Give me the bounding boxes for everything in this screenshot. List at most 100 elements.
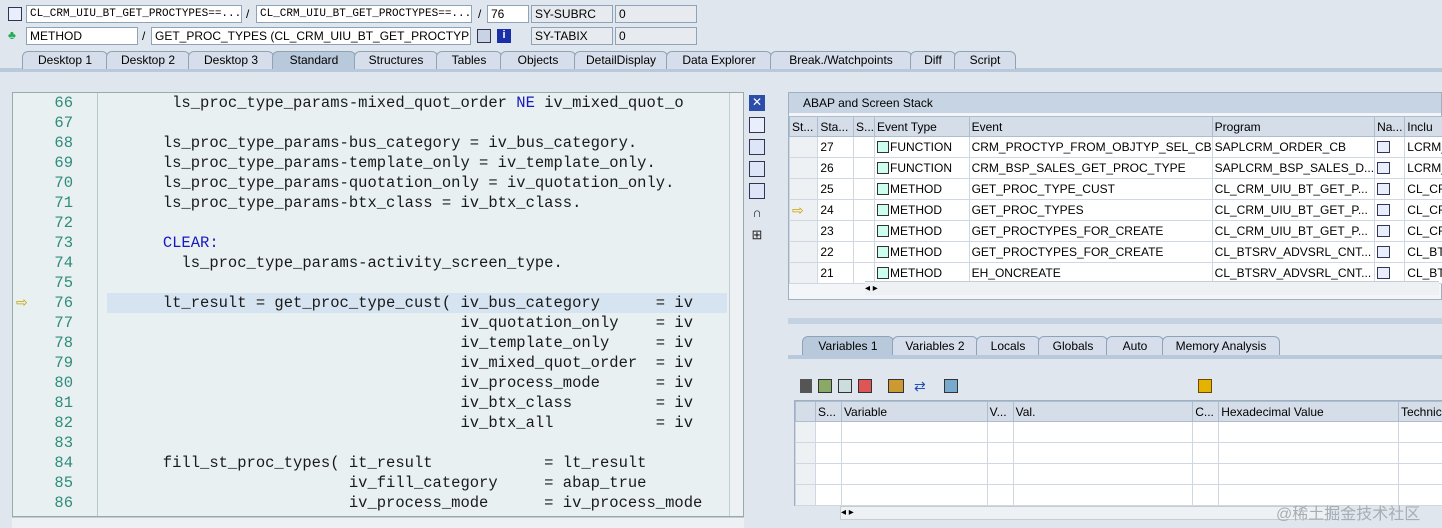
code-line[interactable] bbox=[107, 433, 727, 453]
copy-icon[interactable] bbox=[749, 139, 765, 155]
code-line[interactable]: iv_btx_all = iv bbox=[107, 413, 727, 433]
tab-diff[interactable]: Diff bbox=[910, 51, 956, 69]
folder-icon[interactable] bbox=[944, 379, 958, 393]
tab-structures[interactable]: Structures bbox=[354, 51, 438, 69]
col-header[interactable]: St... bbox=[788, 116, 819, 137]
sysvar-value-2[interactable]: 0 bbox=[615, 27, 697, 45]
info-icon[interactable]: i bbox=[497, 29, 511, 43]
code-line[interactable]: ls_proc_type_params-activity_screen_type… bbox=[107, 253, 727, 273]
tab-data-explorer[interactable]: Data Explorer bbox=[666, 51, 772, 69]
sysvar-value-1[interactable]: 0 bbox=[615, 5, 697, 23]
tab-desktop-2[interactable]: Desktop 2 bbox=[106, 51, 190, 69]
export-icon[interactable] bbox=[838, 379, 852, 393]
tree-icon[interactable] bbox=[888, 379, 904, 393]
delete-icon[interactable] bbox=[800, 379, 812, 393]
stack-row[interactable]: 25 METHOD GET_PROC_TYPE_CUST CL_CRM_UIU_BT_… bbox=[788, 178, 1442, 200]
stack-row[interactable]: 23 METHOD GET_PROCTYPES_FOR_CREATE CL_CRM_U… bbox=[788, 220, 1442, 242]
tab-standard[interactable]: Standard bbox=[272, 51, 356, 69]
include-field[interactable]: CL_CRM_UIU_BT_GET_PROCTYPES==... bbox=[256, 5, 472, 23]
code-lines[interactable]: ls_proc_type_params-mixed_quot_order NE … bbox=[107, 93, 727, 516]
tab-globals[interactable]: Globals bbox=[1038, 336, 1108, 355]
col-header[interactable]: Program bbox=[1211, 116, 1376, 137]
save-icon[interactable] bbox=[1198, 379, 1212, 393]
stack-row[interactable]: 22 METHOD GET_PROCTYPES_FOR_CREATE CL_BTSRV… bbox=[788, 241, 1442, 263]
navigate-icon[interactable] bbox=[1377, 225, 1391, 237]
code-line[interactable]: ls_proc_type_params-quotation_only = iv_… bbox=[107, 173, 727, 193]
navigate-icon[interactable]: ⇄ bbox=[914, 379, 930, 393]
code-line[interactable]: lt_result = get_proc_type_cust( iv_bus_c… bbox=[107, 293, 727, 313]
code-line[interactable]: ls_proc_type_params-mixed_quot_order NE … bbox=[107, 93, 727, 113]
source-editor[interactable]: ⇨ 66 67 68 69 70 71 72 73 74 75 76 77 78 79 80 81 82 83 84… bbox=[12, 92, 744, 517]
editor-vertical-scrollbar[interactable] bbox=[729, 93, 743, 516]
tab-breakpoints[interactable]: Break./Watchpoints bbox=[770, 51, 912, 69]
code-line[interactable]: iv_quotation_only = iv bbox=[107, 313, 727, 333]
table-row[interactable] bbox=[795, 442, 1442, 464]
new-window-icon[interactable] bbox=[749, 117, 765, 133]
stack-row[interactable]: ⇨ 24 METHOD GET_PROC_TYPES CL_CRM_UIU_BT_GET… bbox=[788, 199, 1442, 221]
tab-variables-2[interactable]: Variables 2 bbox=[892, 336, 978, 355]
tab-detaildisplay[interactable]: DetailDisplay bbox=[574, 51, 668, 69]
navigate-icon[interactable] bbox=[1377, 246, 1391, 258]
table-row[interactable] bbox=[795, 421, 1442, 443]
tab-tables[interactable]: Tables bbox=[436, 51, 502, 69]
tab-auto[interactable]: Auto bbox=[1106, 336, 1164, 355]
code-line[interactable]: CLEAR: bbox=[107, 233, 727, 253]
code-line[interactable]: iv_process_mode = iv bbox=[107, 373, 727, 393]
col-header[interactable]: Event Type bbox=[874, 116, 970, 137]
col-header[interactable]: V... bbox=[986, 401, 1014, 422]
delete-all-icon[interactable] bbox=[858, 379, 872, 393]
col-header[interactable]: Event bbox=[968, 116, 1213, 137]
close-icon[interactable]: ✕ bbox=[749, 95, 765, 111]
maximize-icon[interactable] bbox=[749, 161, 765, 177]
headset-icon[interactable]: ∩ bbox=[749, 205, 765, 221]
navigate-icon[interactable] bbox=[1377, 183, 1391, 195]
navigate-icon[interactable] bbox=[477, 29, 491, 43]
table-row[interactable] bbox=[795, 463, 1442, 485]
code-line[interactable] bbox=[107, 273, 727, 293]
col-header[interactable]: Na... bbox=[1374, 116, 1406, 137]
stack-row[interactable]: 27 FUNCTION CRM_PROCTYP_FROM_OBJTYP_SEL_CB… bbox=[788, 136, 1442, 158]
code-line[interactable]: ls_proc_type_params-btx_class = iv_btx_c… bbox=[107, 193, 727, 213]
col-header[interactable]: Sta... bbox=[817, 116, 854, 137]
code-line[interactable] bbox=[107, 113, 727, 133]
line-field[interactable]: 76 bbox=[487, 5, 529, 23]
panel-splitter[interactable] bbox=[788, 318, 1442, 324]
sysvar-label-1[interactable]: SY-SUBRC bbox=[531, 5, 613, 23]
swap-icon[interactable] bbox=[749, 183, 765, 199]
tab-locals[interactable]: Locals bbox=[976, 336, 1040, 355]
col-header[interactable]: S... bbox=[814, 401, 842, 422]
col-header[interactable]: Inclu bbox=[1404, 116, 1442, 137]
code-line[interactable]: iv_btx_class = iv bbox=[107, 393, 727, 413]
code-line[interactable]: fill_st_proc_types( it_result = lt_resul… bbox=[107, 453, 727, 473]
variables-horizontal-scrollbar[interactable]: ◂ ▸ bbox=[840, 506, 1330, 520]
code-line[interactable]: iv_fill_category = abap_true bbox=[107, 473, 727, 493]
col-header[interactable]: C... bbox=[1192, 401, 1220, 422]
sysvar-label-2[interactable]: SY-TABIX bbox=[531, 27, 613, 45]
tab-memory-analysis[interactable]: Memory Analysis bbox=[1162, 336, 1280, 355]
code-line[interactable] bbox=[107, 213, 727, 233]
col-header[interactable]: S... bbox=[852, 116, 876, 137]
code-line[interactable]: ls_proc_type_params-template_only = iv_t… bbox=[107, 153, 727, 173]
class-field[interactable]: CL_CRM_UIU_BT_GET_PROCTYPES==... bbox=[26, 5, 242, 23]
stack-row[interactable]: 26 FUNCTION CRM_BSP_SALES_GET_PROC_TYPE SAP… bbox=[788, 157, 1442, 179]
procedure-field[interactable]: GET_PROC_TYPES (CL_CRM_UIU_BT_GET_PROCTY… bbox=[151, 27, 471, 45]
code-line[interactable]: iv_template_only = iv bbox=[107, 333, 727, 353]
col-header[interactable]: Hexadecimal Value bbox=[1218, 401, 1399, 422]
code-line[interactable]: iv_process_mode = iv_process_mode bbox=[107, 493, 727, 513]
navigate-icon[interactable] bbox=[1377, 162, 1391, 174]
import-icon[interactable] bbox=[818, 379, 832, 393]
code-line[interactable]: iv_mixed_quot_order = iv bbox=[107, 353, 727, 373]
code-line[interactable]: ls_proc_type_params-bus_category = iv_bu… bbox=[107, 133, 727, 153]
tab-script[interactable]: Script bbox=[954, 51, 1016, 69]
tab-variables-1[interactable]: Variables 1 bbox=[802, 336, 894, 355]
type-field[interactable]: METHOD bbox=[26, 27, 138, 45]
editor-horizontal-scrollbar[interactable] bbox=[12, 517, 744, 528]
navigate-icon[interactable] bbox=[1377, 141, 1391, 153]
col-header[interactable]: Val. bbox=[1012, 401, 1194, 422]
tab-desktop-3[interactable]: Desktop 3 bbox=[188, 51, 274, 69]
tab-objects[interactable]: Objects bbox=[500, 51, 576, 69]
col-header[interactable]: Variable bbox=[840, 401, 988, 422]
navigate-icon[interactable] bbox=[1377, 204, 1391, 216]
stack-horizontal-scrollbar[interactable]: ◂ ▸ bbox=[865, 281, 1439, 295]
structure-icon[interactable]: ⊞ bbox=[749, 227, 765, 243]
